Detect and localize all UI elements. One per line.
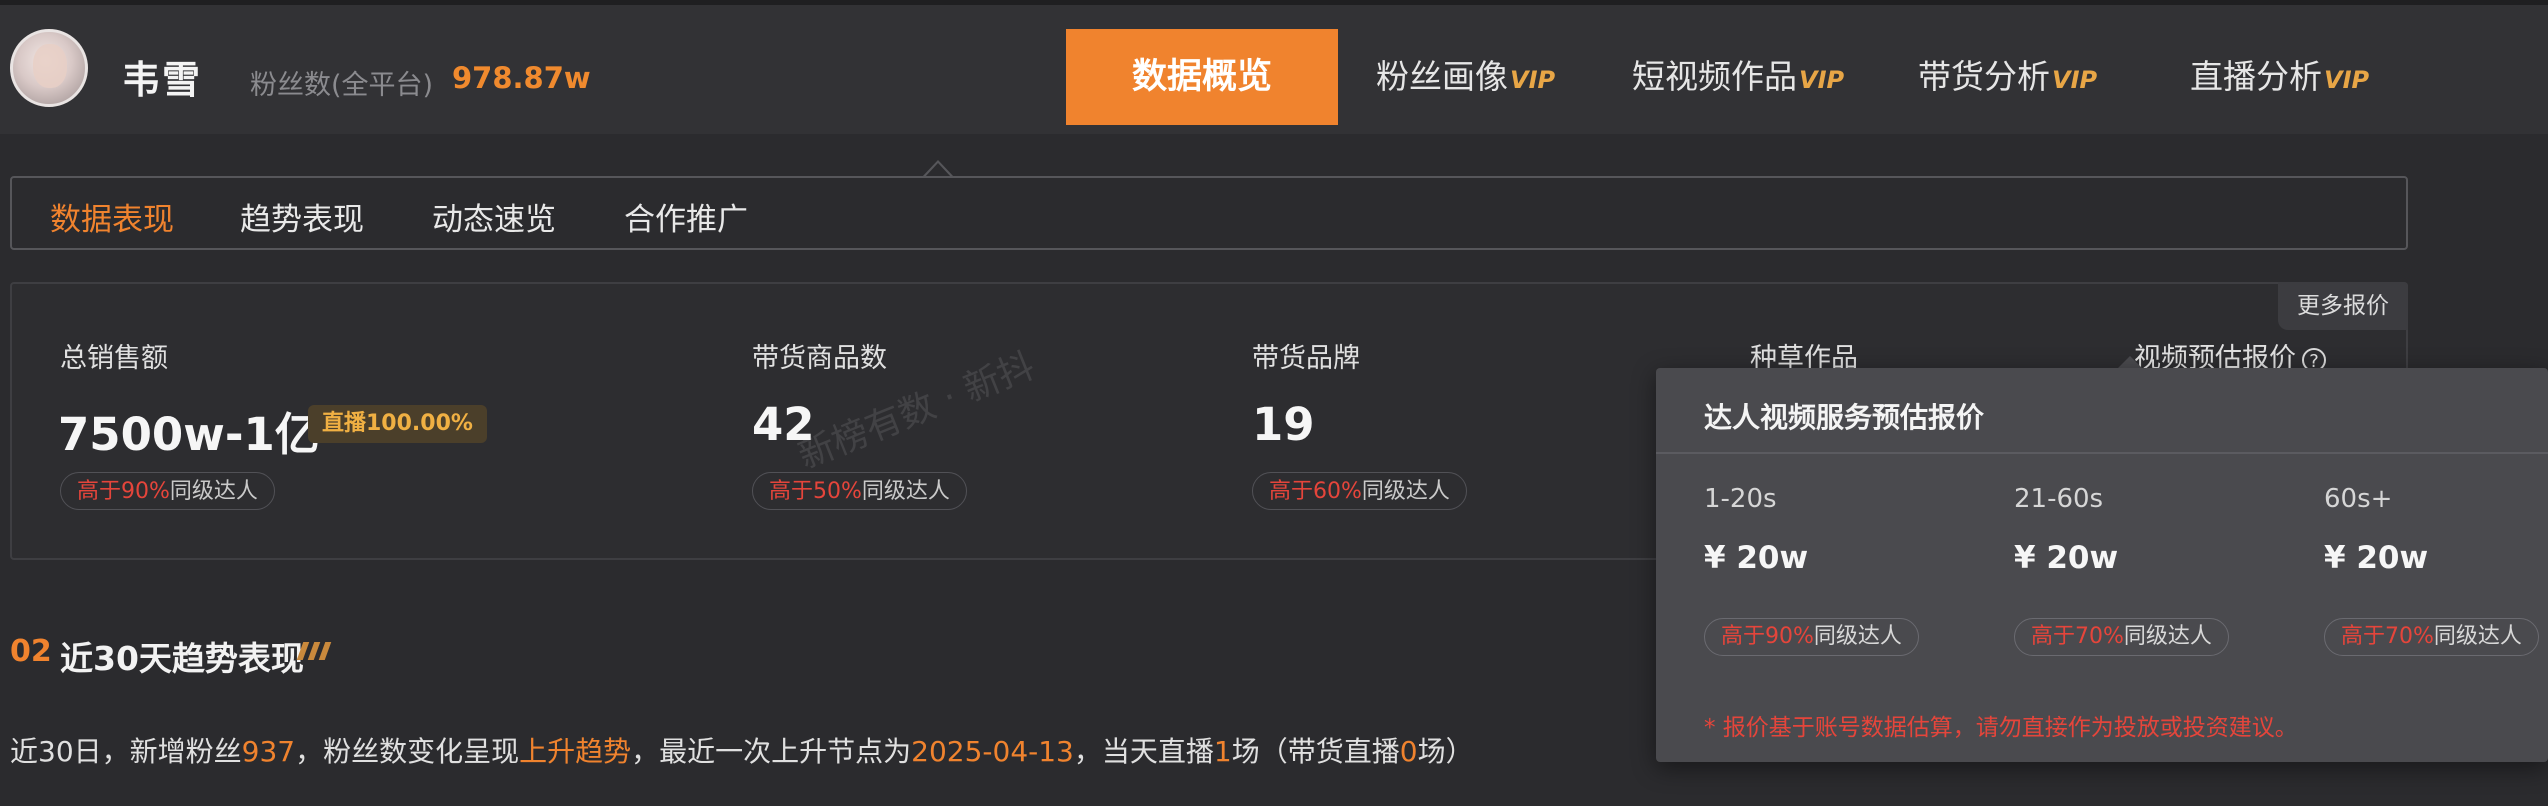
price-value: ¥ 20w xyxy=(2014,540,2119,576)
vip-badge: VIP xyxy=(2052,66,2098,94)
fans-value: 978.87w xyxy=(452,61,591,95)
avatar[interactable] xyxy=(10,29,88,107)
total-sales-compare: 高于90%同级达人 xyxy=(60,472,275,510)
price-estimate-popup: 达人视频服务预估报价 1-20s ¥ 20w 高于90%同级达人 21-60s … xyxy=(1656,368,2548,762)
price-value: ¥ 20w xyxy=(1704,540,1809,576)
vip-badge: VIP xyxy=(1799,66,1845,94)
brand-count-value: 19 xyxy=(1252,398,1315,451)
trend-summary: 近30日，新增粉丝937，粉丝数变化呈现上升趋势，最近一次上升节点为2025-0… xyxy=(10,735,1474,768)
price-compare: 高于70%同级达人 xyxy=(2014,618,2229,656)
sub-navigation: 数据表现 趋势表现 动态速览 合作推广 xyxy=(10,176,2408,250)
tab-data-overview[interactable]: 数据概览 xyxy=(1066,29,1338,125)
tab-live-analysis[interactable]: 直播分析VIP xyxy=(2190,29,2369,125)
divider xyxy=(1656,452,2548,454)
price-value: ¥ 20w xyxy=(2324,540,2429,576)
fans-label: 粉丝数(全平台) xyxy=(250,70,434,101)
decorative-slashes xyxy=(296,642,333,664)
total-sales-value: 7500w-1亿 xyxy=(58,408,320,461)
subtab-dynamics[interactable]: 动态速览 xyxy=(432,194,556,239)
product-count-compare: 高于50%同级达人 xyxy=(752,472,967,510)
duration-label: 21-60s xyxy=(2014,484,2104,514)
total-sales-label: 总销售额 xyxy=(60,343,168,374)
popup-arrow xyxy=(2118,356,2142,368)
top-bar: 韦雪 粉丝数(全平台) 978.87w 数据概览 粉丝画像VIP 短视频作品VI… xyxy=(0,0,2548,134)
active-tab-caret xyxy=(922,160,954,178)
product-count-value: 42 xyxy=(752,398,815,451)
subtab-data-performance[interactable]: 数据表现 xyxy=(50,194,174,239)
vip-badge: VIP xyxy=(1510,66,1556,94)
tab-short-video[interactable]: 短视频作品VIP xyxy=(1632,29,1844,125)
brand-count-label: 带货品牌 xyxy=(1252,343,1360,374)
section-title: 近30天趋势表现 xyxy=(60,639,304,678)
product-count-label: 带货商品数 xyxy=(752,343,887,374)
duration-label: 60s+ xyxy=(2324,484,2393,514)
subtab-cooperation[interactable]: 合作推广 xyxy=(624,194,748,239)
more-price-button[interactable]: 更多报价 xyxy=(2278,282,2408,330)
popup-title: 达人视频服务预估报价 xyxy=(1704,401,1985,434)
section-number: 02 xyxy=(10,634,52,669)
tab-sales-analysis[interactable]: 带货分析VIP xyxy=(1918,29,2097,125)
influencer-name: 韦雪 xyxy=(122,58,203,102)
brand-count-compare: 高于60%同级达人 xyxy=(1252,472,1467,510)
tab-fan-profile[interactable]: 粉丝画像VIP xyxy=(1376,29,1555,125)
price-compare: 高于70%同级达人 xyxy=(2324,618,2539,656)
duration-label: 1-20s xyxy=(1704,484,1777,514)
subtab-trend[interactable]: 趋势表现 xyxy=(240,194,364,239)
disclaimer-note: * 报价基于账号数据估算，请勿直接作为投放或投资建议。 xyxy=(1704,715,2298,741)
live-share-badge: 直播100.00% xyxy=(308,405,487,443)
price-compare: 高于90%同级达人 xyxy=(1704,618,1919,656)
vip-badge: VIP xyxy=(2324,66,2370,94)
